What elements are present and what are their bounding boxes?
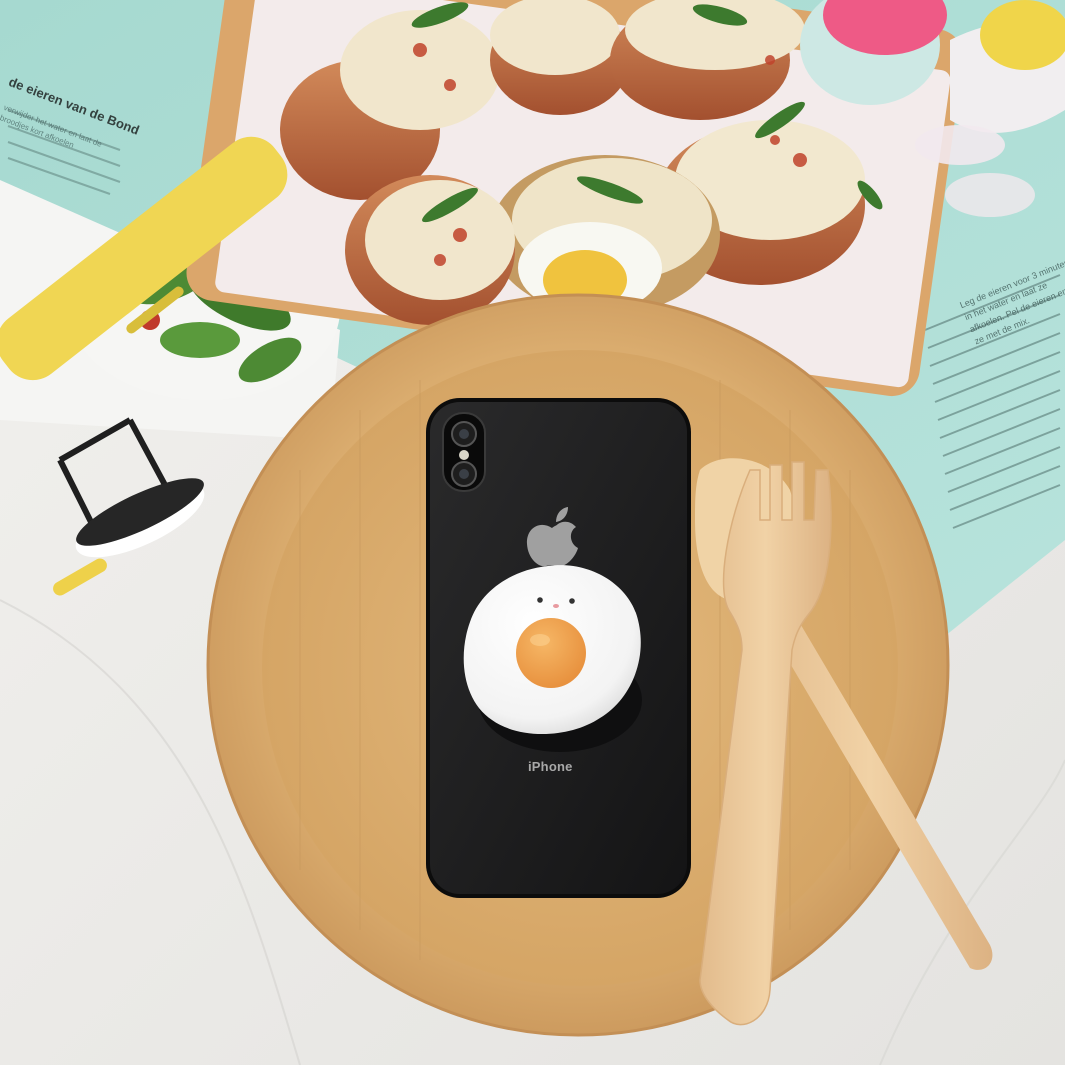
egg-eye-right <box>569 598 575 604</box>
photo-scene: de eieren van de Bond verwijder het wate… <box>0 0 1065 1065</box>
egg-eye-left <box>537 597 543 603</box>
camera-flash <box>459 450 469 460</box>
egg-mouth <box>553 604 559 608</box>
egg-yolk <box>516 618 586 688</box>
photo <box>0 0 1065 1065</box>
iphone-label: iPhone <box>528 759 573 774</box>
iphone <box>426 398 691 898</box>
